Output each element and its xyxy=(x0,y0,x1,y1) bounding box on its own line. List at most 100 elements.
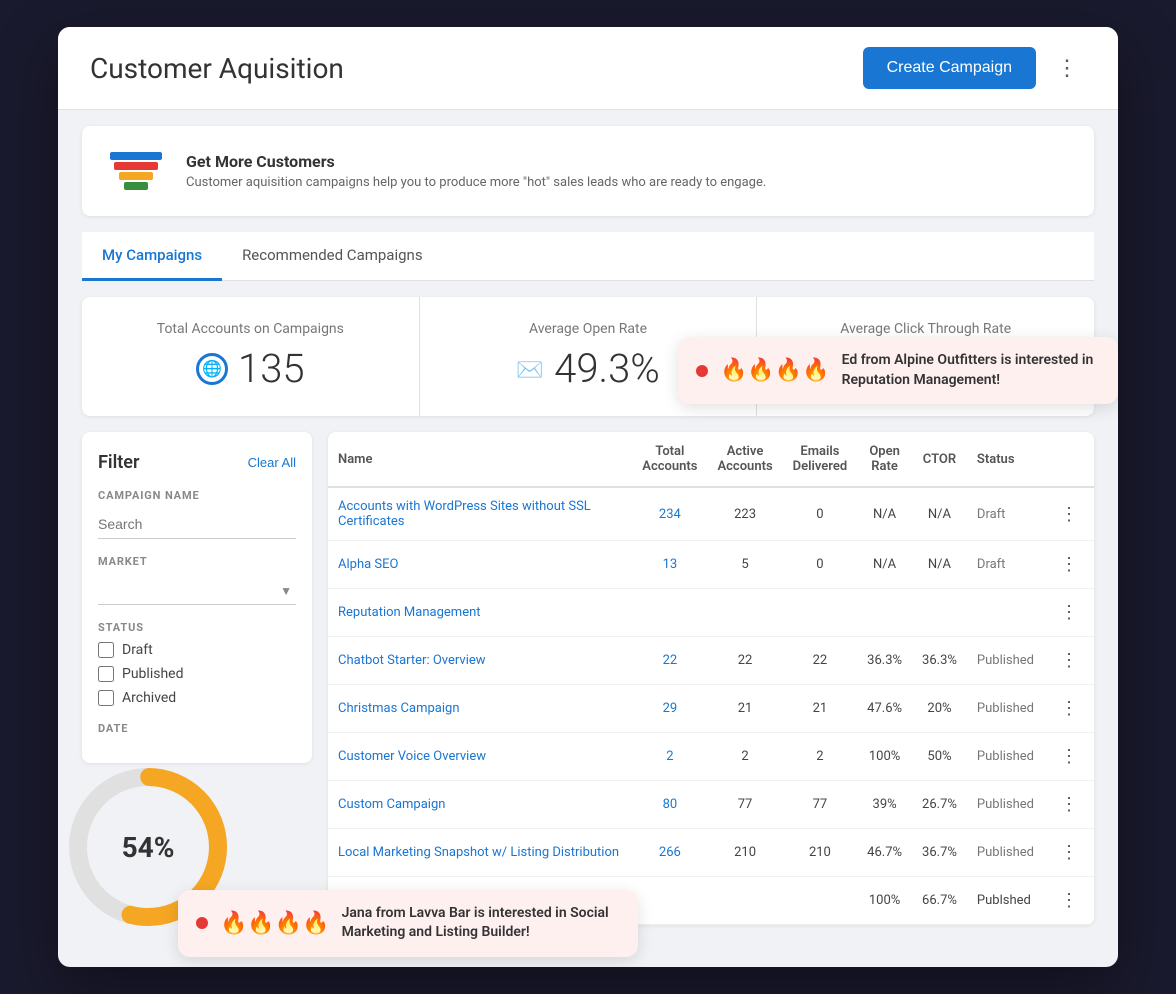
row-total-4: 29 xyxy=(632,685,707,733)
row-more-button-7[interactable]: ⋮ xyxy=(1054,840,1084,865)
row-total-3: 22 xyxy=(632,637,707,685)
row-more-button-5[interactable]: ⋮ xyxy=(1054,744,1084,769)
notification-text-1: Ed from Alpine Outfitters is interested … xyxy=(842,351,1100,390)
row-name-6[interactable]: Custom Campaign xyxy=(328,781,632,829)
row-more-button-4[interactable]: ⋮ xyxy=(1054,696,1084,721)
donut-label: 54% xyxy=(122,831,175,864)
notification-text-2: Jana from Lavva Bar is interested in Soc… xyxy=(342,904,620,943)
row-active-7: 210 xyxy=(707,829,782,877)
table-row: Custom Campaign 80 77 77 39% 26.7% Publi… xyxy=(328,781,1094,829)
page-title: Customer Aquisition xyxy=(90,52,344,85)
stat-open-rate-value: ✉️ 49.3% xyxy=(516,345,660,392)
clear-all-button[interactable]: Clear All xyxy=(248,455,296,470)
header: Customer Aquisition Create Campaign ⋮ xyxy=(58,27,1118,110)
table-row: Accounts with WordPress Sites without SS… xyxy=(328,487,1094,541)
market-label: MARKET xyxy=(98,555,296,568)
row-actions-1: ⋮ xyxy=(1044,541,1094,589)
row-status-1: Draft xyxy=(967,541,1044,589)
create-campaign-button[interactable]: Create Campaign xyxy=(863,47,1036,89)
row-name-2[interactable]: Reputation Management xyxy=(328,589,632,637)
row-total-6: 80 xyxy=(632,781,707,829)
row-name-3[interactable]: Chatbot Starter: Overview xyxy=(328,637,632,685)
row-total-0: 234 xyxy=(632,487,707,541)
row-active-4: 21 xyxy=(707,685,782,733)
row-active-0: 223 xyxy=(707,487,782,541)
market-select[interactable] xyxy=(98,576,296,605)
row-more-button-1[interactable]: ⋮ xyxy=(1054,552,1084,577)
row-openrate-8: 100% xyxy=(857,877,912,925)
row-more-button-6[interactable]: ⋮ xyxy=(1054,792,1084,817)
row-openrate-0: N/A xyxy=(857,487,912,541)
row-name-1[interactable]: Alpha SEO xyxy=(328,541,632,589)
row-active-6: 77 xyxy=(707,781,782,829)
row-status-7: Published xyxy=(967,829,1044,877)
tab-my-campaigns[interactable]: My Campaigns xyxy=(82,232,222,281)
row-actions-0: ⋮ xyxy=(1044,487,1094,541)
campaign-name-label: CAMPAIGN NAME xyxy=(98,489,296,502)
row-total-8 xyxy=(632,877,707,925)
col-open-rate: OpenRate xyxy=(857,432,912,487)
row-ctor-5: 50% xyxy=(912,733,967,781)
status-option-published[interactable]: Published xyxy=(98,666,296,682)
row-openrate-5: 100% xyxy=(857,733,912,781)
published-checkbox[interactable] xyxy=(98,666,114,682)
row-actions-5: ⋮ xyxy=(1044,733,1094,781)
funnel-icon xyxy=(106,146,166,196)
row-active-2 xyxy=(707,589,782,637)
status-option-draft[interactable]: Draft xyxy=(98,642,296,658)
date-label: DATE xyxy=(98,722,296,735)
table-row: Christmas Campaign 29 21 21 47.6% 20% Pu… xyxy=(328,685,1094,733)
campaigns-table-container: Name TotalAccounts ActiveAccounts Emails… xyxy=(328,432,1094,925)
notification-dot-icon xyxy=(696,365,708,377)
col-name: Name xyxy=(328,432,632,487)
row-openrate-1: N/A xyxy=(857,541,912,589)
row-delivered-8 xyxy=(783,877,858,925)
row-name-0[interactable]: Accounts with WordPress Sites without SS… xyxy=(328,487,632,541)
row-delivered-2 xyxy=(783,589,858,637)
tab-recommended-campaigns[interactable]: Recommended Campaigns xyxy=(222,232,443,281)
banner-text: Get More Customers Customer aquisition c… xyxy=(186,152,766,190)
stat-total-accounts: Total Accounts on Campaigns 🌐 135 xyxy=(82,297,420,416)
row-status-6: Published xyxy=(967,781,1044,829)
table-header-row: Name TotalAccounts ActiveAccounts Emails… xyxy=(328,432,1094,487)
col-ctor: CTOR xyxy=(912,432,967,487)
row-more-button-0[interactable]: ⋮ xyxy=(1054,502,1084,527)
row-ctor-7: 36.7% xyxy=(912,829,967,877)
more-options-button[interactable]: ⋮ xyxy=(1048,51,1086,85)
market-select-wrapper: ▼ xyxy=(98,576,296,605)
table-row: Local Marketing Snapshot w/ Listing Dist… xyxy=(328,829,1094,877)
row-delivered-6: 77 xyxy=(783,781,858,829)
chevron-down-icon: ▼ xyxy=(280,584,292,598)
row-more-button-2[interactable]: ⋮ xyxy=(1054,600,1084,625)
row-name-7[interactable]: Local Marketing Snapshot w/ Listing Dist… xyxy=(328,829,632,877)
row-ctor-4: 20% xyxy=(912,685,967,733)
row-more-button-3[interactable]: ⋮ xyxy=(1054,648,1084,673)
stat-open-rate-label: Average Open Rate xyxy=(529,321,647,337)
row-openrate-6: 39% xyxy=(857,781,912,829)
globe-icon: 🌐 xyxy=(196,353,228,385)
row-total-1: 13 xyxy=(632,541,707,589)
banner: Get More Customers Customer aquisition c… xyxy=(82,126,1094,216)
status-option-archived[interactable]: Archived xyxy=(98,690,296,706)
col-total-accounts: TotalAccounts xyxy=(632,432,707,487)
table-row: Alpha SEO 13 5 0 N/A N/A Draft ⋮ xyxy=(328,541,1094,589)
row-name-5[interactable]: Customer Voice Overview xyxy=(328,733,632,781)
row-ctor-2 xyxy=(912,589,967,637)
row-delivered-4: 21 xyxy=(783,685,858,733)
status-label: STATUS xyxy=(98,621,296,634)
draft-checkbox[interactable] xyxy=(98,642,114,658)
notification-dot-icon-2 xyxy=(196,917,208,929)
row-delivered-0: 0 xyxy=(783,487,858,541)
row-delivered-7: 210 xyxy=(783,829,858,877)
archived-checkbox[interactable] xyxy=(98,690,114,706)
row-name-4[interactable]: Christmas Campaign xyxy=(328,685,632,733)
notification-popup-1: 🔥🔥🔥🔥 Ed from Alpine Outfitters is intere… xyxy=(678,337,1118,404)
banner-title: Get More Customers xyxy=(186,152,766,171)
search-input[interactable] xyxy=(98,510,296,539)
table-row: Chatbot Starter: Overview 22 22 22 36.3%… xyxy=(328,637,1094,685)
row-status-2 xyxy=(967,589,1044,637)
row-more-button-8[interactable]: ⋮ xyxy=(1054,888,1084,913)
banner-description: Customer aquisition campaigns help you t… xyxy=(186,175,766,190)
row-active-1: 5 xyxy=(707,541,782,589)
fire-icon-2: 🔥🔥🔥🔥 xyxy=(220,911,330,936)
